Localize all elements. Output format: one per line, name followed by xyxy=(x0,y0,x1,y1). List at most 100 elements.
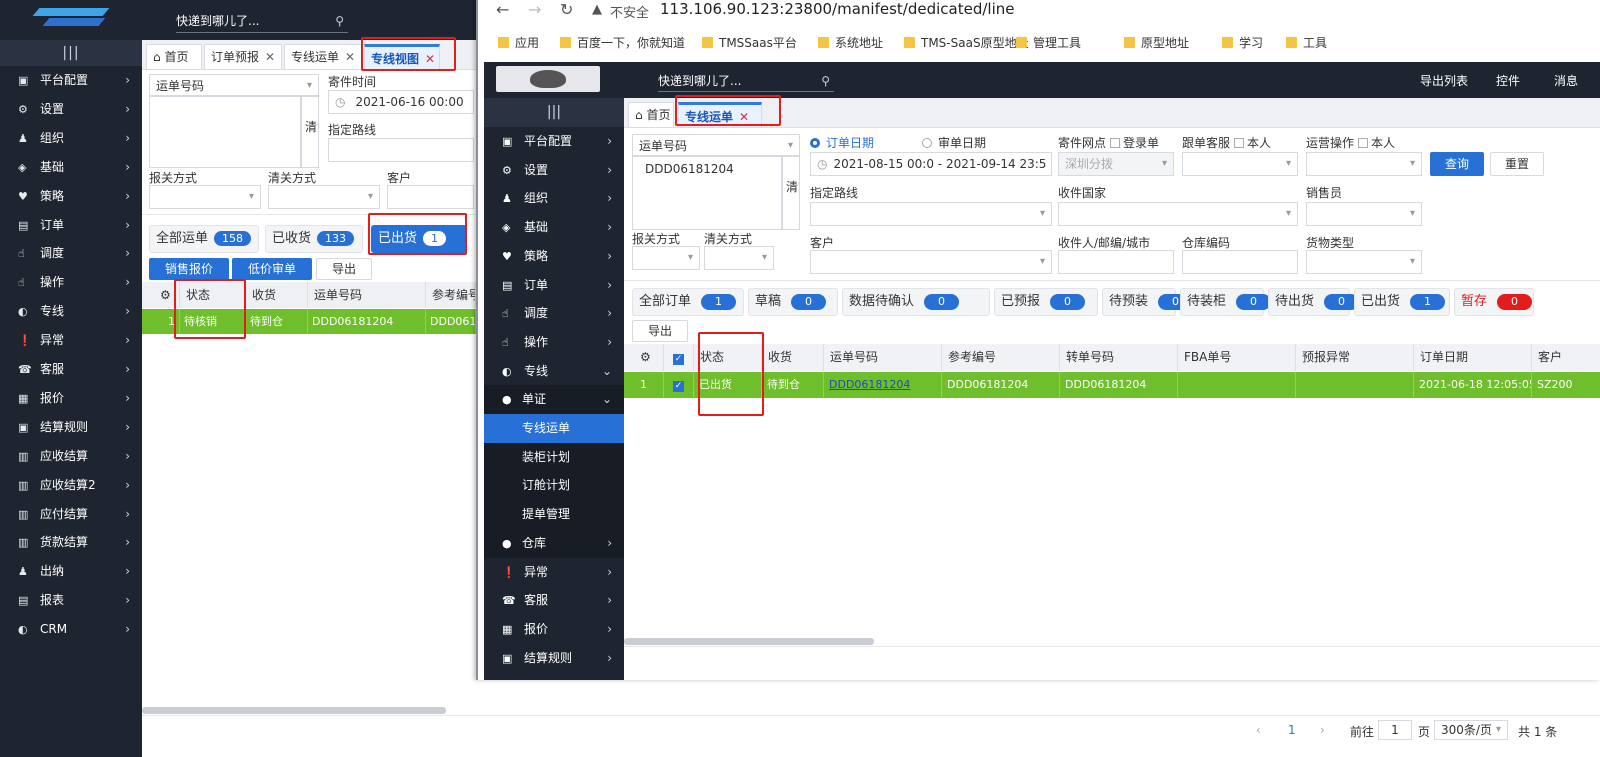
fg-warehouse-input[interactable] xyxy=(1182,250,1298,274)
row-checkbox[interactable]: ✓ xyxy=(664,372,694,398)
fg-row-waybill-link[interactable]: DDD06181204 xyxy=(824,372,942,398)
bookmark-item[interactable]: 工具 xyxy=(1286,34,1327,51)
fg-column-header[interactable]: 客户 xyxy=(1532,344,1600,371)
bg-col-receive[interactable]: 收货 xyxy=(246,282,308,308)
fg-export-button[interactable]: 导出 xyxy=(632,320,688,342)
fg-tab-home[interactable]: ⌂ 首页 xyxy=(628,102,674,128)
fg-sidebar-item[interactable]: ❗ 异常 › xyxy=(484,558,624,587)
fg-sidebar-item[interactable]: ◐ 专线 ⌄ xyxy=(484,357,624,386)
next-page-icon[interactable]: › xyxy=(1320,723,1325,737)
fg-status-tab[interactable]: 暂存 0 xyxy=(1454,288,1534,316)
page-size-select[interactable]: 300条/页 ▾ xyxy=(1434,720,1508,740)
fg-sales-select[interactable]: ▾ xyxy=(1306,202,1422,226)
fg-row-transfer[interactable]: DDD06181204 xyxy=(1060,372,1178,398)
bookmark-item[interactable]: 百度一下，你就知道 xyxy=(560,34,685,51)
bg-col-waybill[interactable]: 运单号码 xyxy=(308,282,426,308)
checkbox-icon[interactable] xyxy=(1110,138,1121,148)
bookmark-item[interactable]: 原型地址 xyxy=(1124,34,1189,51)
bg-sidebar-item[interactable]: ♟ 组织 › xyxy=(0,124,142,153)
bg-sidebar-item[interactable]: ▥ 应付结算 › xyxy=(0,500,142,529)
forward-icon[interactable]: → xyxy=(528,0,541,19)
close-icon[interactable]: ✕ xyxy=(265,50,275,64)
bg-waybill-type-select[interactable]: 运单号码 ▾ xyxy=(149,74,319,96)
bg-sidebar-item[interactable]: ☝ 调度 › xyxy=(0,239,142,268)
fg-column-header[interactable]: 参考编号 xyxy=(942,344,1060,371)
fg-status-tab[interactable]: 待装柜 0 xyxy=(1180,288,1272,316)
select-all-checkbox[interactable]: ✓ xyxy=(664,344,694,371)
bg-low-price-button[interactable]: 低价审单 xyxy=(232,258,312,280)
close-icon[interactable]: ✕ xyxy=(345,50,355,64)
bg-clear-button[interactable]: 清空 xyxy=(301,96,319,168)
fg-status-tab[interactable]: 待预装 0 xyxy=(1102,288,1194,316)
bg-waybill-textarea[interactable] xyxy=(149,96,301,168)
search-icon[interactable]: ⚲ xyxy=(821,70,830,92)
bg-sidebar-item[interactable]: ♟ 出纳 › xyxy=(0,557,142,586)
fg-goods-select[interactable]: ▾ xyxy=(1306,250,1422,274)
back-icon[interactable]: ← xyxy=(496,0,509,19)
bg-clearance-select[interactable]: ▾ xyxy=(268,185,380,209)
fg-sidebar-item[interactable]: ▤ 订单 › xyxy=(484,271,624,300)
bg-row-waybill[interactable]: DDD06181204 xyxy=(308,309,426,334)
fg-sidebar-item[interactable]: ⚙ 设置 › xyxy=(484,156,624,185)
fg-column-header[interactable]: FBA单号 xyxy=(1178,344,1296,371)
fg-status-tab[interactable]: 全部订单 1 xyxy=(632,288,744,316)
fg-hamburger-icon[interactable]: ||| xyxy=(484,98,624,127)
fg-sidebar-item[interactable]: ◈ 基础 › xyxy=(484,213,624,242)
bg-row-ref[interactable]: DDD0618 xyxy=(426,309,476,334)
bg-sidebar-item[interactable]: ☎ 客服 › xyxy=(0,355,142,384)
fg-sidebar-item[interactable]: 装柜计划 xyxy=(484,442,624,472)
prev-page-icon[interactable]: ‹ xyxy=(1256,723,1261,737)
bg-tab-order-forecast[interactable]: 订单预报 ✕ xyxy=(204,44,282,70)
fg-sidebar-item[interactable]: ▣ 结算规则 › xyxy=(484,644,624,673)
fg-date-range-input[interactable]: ◷ 2021-08-15 00:0 - 2021-09-14 23:5 xyxy=(810,152,1052,176)
bookmark-item[interactable]: 应用 xyxy=(498,34,539,51)
bg-customer-select[interactable] xyxy=(387,185,474,209)
fg-column-header[interactable]: 运单号码 xyxy=(824,344,942,371)
fg-sidebar-item[interactable]: ▦ 报价 › xyxy=(484,615,624,644)
fg-column-header[interactable]: 收货 xyxy=(762,344,824,371)
bookmark-item[interactable]: TMS-SaaS原型地址 xyxy=(904,34,1029,51)
bg-sidebar-item[interactable]: ▥ 货款结算 › xyxy=(0,528,142,557)
fg-receiver-input[interactable] xyxy=(1058,250,1174,274)
controls-link[interactable]: 控件 xyxy=(1496,72,1520,89)
fg-waybill-type-select[interactable]: 运单号码 ▾ xyxy=(632,134,800,156)
fg-review-date-radio[interactable]: 审单日期 xyxy=(922,134,986,151)
fg-cs-select[interactable]: ▾ xyxy=(1182,152,1298,176)
insecure-label[interactable]: 不安全 xyxy=(610,2,649,21)
bg-sidebar-item[interactable]: ▤ 订单 › xyxy=(0,211,142,240)
fg-waybill-textarea[interactable]: DDD06181204 xyxy=(632,156,782,230)
bg-col-ref[interactable]: 参考编号 xyxy=(426,282,476,308)
fg-row-customer[interactable]: SZ200 xyxy=(1532,372,1600,398)
fg-sidebar-item[interactable]: ● 单证 ⌄ xyxy=(484,385,624,415)
fg-row-order-date[interactable]: 2021-06-18 12:05:05 xyxy=(1414,372,1532,398)
search-icon[interactable]: ⚲ xyxy=(335,9,344,33)
bg-sidebar-item[interactable]: ⚙ 设置 › xyxy=(0,95,142,124)
bg-sidebar-item[interactable]: ▦ 报价 › xyxy=(0,384,142,413)
fg-row-ref[interactable]: DDD06181204 xyxy=(942,372,1060,398)
bg-sidebar-item[interactable]: ◐ 专线 › xyxy=(0,297,142,326)
fg-status-tab[interactable]: 已出货 1 xyxy=(1354,288,1450,316)
bg-sidebar-item[interactable]: ▣ 结算规则 › xyxy=(0,413,142,442)
url-input[interactable]: 113.106.90.123:23800/manifest/dedicated/… xyxy=(660,0,1014,18)
messages-link[interactable]: 消息 xyxy=(1554,72,1578,89)
goto-page-input[interactable]: 1 xyxy=(1378,720,1412,740)
bg-sidebar-item[interactable]: ❗ 异常 › xyxy=(0,326,142,355)
bg-sidebar-item[interactable]: ▤ 报表 › xyxy=(0,586,142,615)
bg-hamburger-icon[interactable]: ||| xyxy=(0,40,142,66)
bg-tab-home[interactable]: ⌂ 首页 xyxy=(146,44,202,70)
bookmark-item[interactable]: 系统地址 xyxy=(818,34,883,51)
bg-sidebar-item[interactable]: ♥ 策略 › xyxy=(0,182,142,211)
fg-customs-select[interactable]: ▾ xyxy=(632,246,700,270)
fg-sidebar-item[interactable]: 提单管理 xyxy=(484,500,624,530)
bg-customs-select[interactable]: ▾ xyxy=(149,185,261,209)
reload-icon[interactable]: ↻ xyxy=(560,0,573,19)
bookmark-item[interactable]: 管理工具 xyxy=(1016,34,1081,51)
bookmark-item[interactable]: 学习 xyxy=(1222,34,1263,51)
fg-status-tab[interactable]: 草稿 0 xyxy=(748,288,838,316)
bg-sidebar-item[interactable]: ▣ 平台配置 › xyxy=(0,66,142,95)
fg-order-date-radio[interactable]: 订单日期 xyxy=(810,134,874,151)
fg-op-select[interactable]: ▾ xyxy=(1306,152,1422,176)
settings-gear-icon[interactable]: ⚙ xyxy=(624,344,664,371)
bg-sidebar-item[interactable]: ▥ 应收结算 › xyxy=(0,442,142,471)
fg-search-input[interactable]: 快递到哪儿了... ⚲ xyxy=(658,70,834,92)
